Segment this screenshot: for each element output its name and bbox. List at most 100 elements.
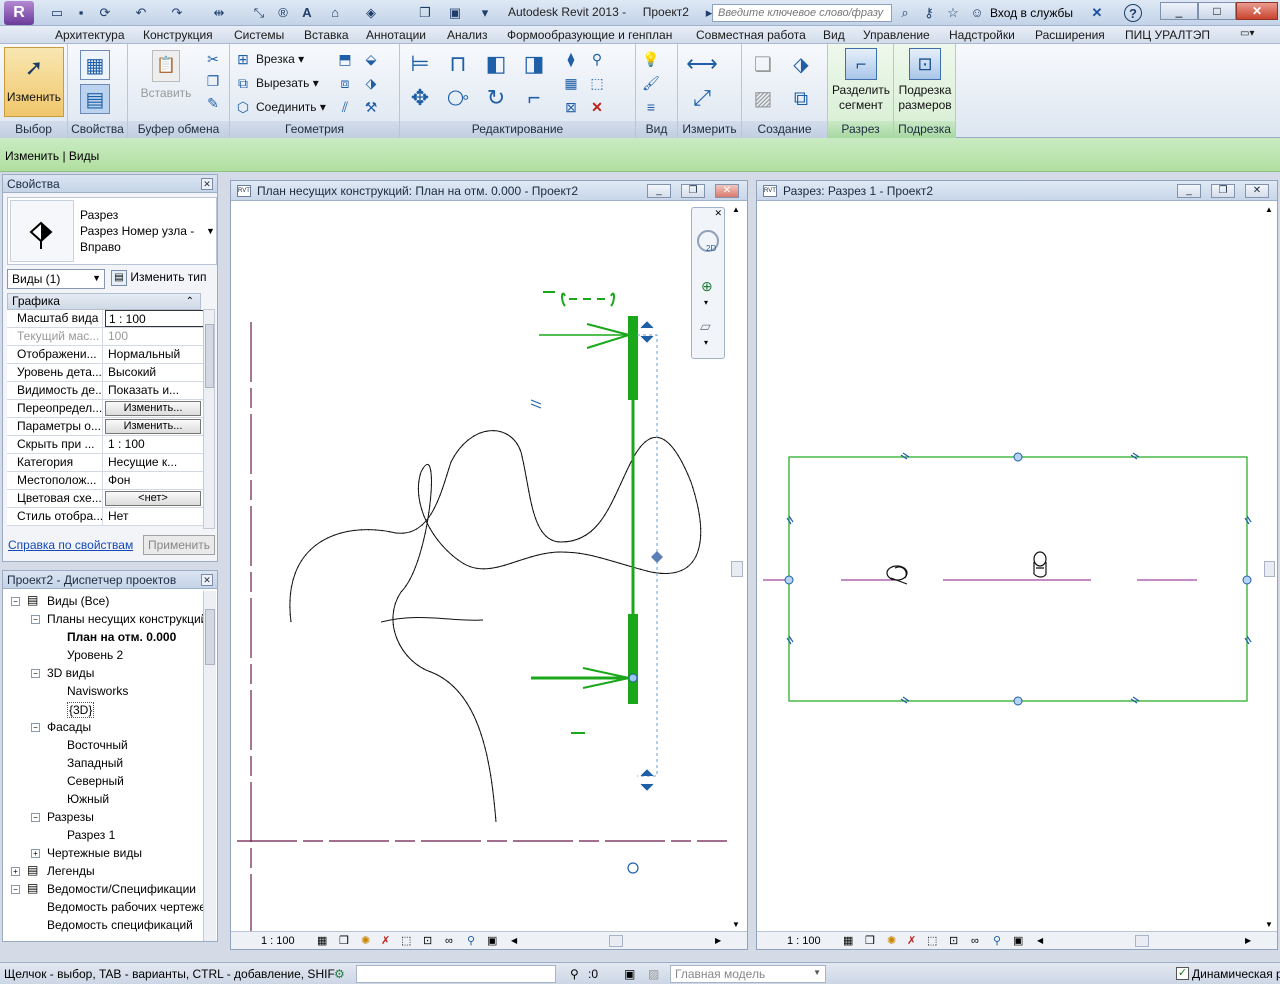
property-row[interactable]: Местополож... Фон [7, 472, 207, 490]
chevron-down-icon[interactable]: ▾ [704, 298, 708, 307]
property-row[interactable]: Переопредел... Изменить... [7, 400, 207, 418]
property-value[interactable]: Высокий [105, 364, 205, 381]
match-type-icon[interactable]: ✎ [204, 94, 222, 112]
property-row[interactable]: Уровень дета... Высокий [7, 364, 207, 382]
browser-node[interactable]: Южный [67, 792, 109, 806]
chevron-up-icon[interactable]: ▲ [732, 205, 740, 214]
navigation-bar[interactable]: ✕ 2D ⊕ ▾ ▱ ▾ [691, 207, 725, 359]
pan-2d-icon[interactable]: ▱ [700, 318, 711, 335]
search-input[interactable]: Введите ключевое слово/фразу [712, 4, 892, 22]
close-view-button[interactable]: ✕ [715, 184, 739, 198]
type-selector[interactable]: Разрез Разрез Номер узла - Вправо ▼ [7, 197, 217, 265]
property-value[interactable]: 1 : 100 [105, 436, 205, 453]
property-value[interactable]: Нет [105, 508, 205, 525]
split-face-icon[interactable]: ⬒ [336, 50, 354, 68]
property-row[interactable]: Категория Несущие к... [7, 454, 207, 472]
save-icon[interactable]: ▪ [72, 4, 90, 22]
plan-canvas[interactable] [231, 202, 747, 932]
property-row[interactable]: Отображени... Нормальный [7, 346, 207, 364]
browser-node[interactable]: Уровень 2 [67, 648, 123, 662]
dimension-icon[interactable]: ⤡ [250, 4, 268, 22]
filter-icon[interactable]: ⚲ [570, 967, 579, 981]
section-marker[interactable] [530, 291, 663, 874]
collapse-icon[interactable]: − [31, 615, 40, 624]
property-value[interactable]: Нормальный [105, 346, 205, 363]
editing-requests-icon[interactable]: ▨ [648, 967, 659, 981]
tab-insert[interactable]: Вставка [304, 28, 349, 42]
qat-dropdown-icon[interactable]: ▾ [476, 4, 494, 22]
collapse-icon[interactable]: − [31, 813, 40, 822]
view-scale[interactable]: 1 : 100 [261, 932, 295, 950]
sync-icon[interactable]: ⟳ [96, 4, 114, 22]
cut-geometry-button[interactable]: Вырезать ▾ [256, 76, 319, 90]
property-row[interactable]: Масштаб вида 1 : 100 [7, 310, 207, 328]
tab-architecture[interactable]: Архитектура [55, 28, 125, 42]
maximize-app-button[interactable]: □ [1198, 2, 1236, 20]
property-row[interactable]: Цветовая схе... <нет> [7, 490, 207, 508]
browser-node[interactable]: Разрез 1 [67, 828, 115, 842]
shadows-icon[interactable]: ✗ [907, 932, 916, 950]
demolish-icon[interactable]: ⬗ [362, 74, 380, 92]
dynamic-update-checkbox[interactable]: ✓ [1176, 967, 1189, 980]
mirror-axis-icon[interactable]: ◧ [482, 50, 510, 78]
align-icon[interactable]: ⊨ [406, 50, 434, 78]
rotate-icon[interactable]: ↻ [482, 84, 510, 112]
view-scale[interactable]: 1 : 100 [787, 932, 821, 950]
type-properties-icon[interactable]: ▤ [80, 84, 110, 114]
workset-field[interactable] [356, 965, 556, 983]
browser-node[interactable]: Ведомости/Спецификации [47, 882, 196, 896]
scale-icon[interactable]: ⬚ [588, 74, 606, 92]
property-row[interactable]: Текущий мас... 100 [7, 328, 207, 346]
plan-hscroll-thumb[interactable] [609, 935, 623, 947]
browser-node[interactable]: Планы несущих конструкций [47, 612, 203, 626]
browser-node[interactable]: {3D} [67, 702, 95, 718]
plan-vscroll[interactable]: ▲ ▼ [729, 205, 745, 933]
tag-icon[interactable]: ® [274, 4, 292, 22]
minimize-app-button[interactable]: _ [1160, 2, 1198, 20]
property-row[interactable]: Скрыть при ... 1 : 100 [7, 436, 207, 454]
property-value[interactable]: Фон [105, 472, 205, 489]
close-icon[interactable]: ✕ [201, 574, 213, 586]
chevron-down-icon[interactable]: ▼ [732, 920, 740, 929]
chevron-right-icon[interactable]: ▶ [1245, 932, 1251, 950]
ribbon-minimize-icon[interactable]: ▭▾ [1240, 28, 1254, 39]
expand-icon[interactable]: + [31, 849, 40, 858]
tab-structure[interactable]: Конструкция [143, 28, 213, 42]
shadows-icon[interactable]: ✗ [381, 932, 390, 950]
close-icon[interactable]: ✕ [714, 208, 722, 219]
property-row[interactable]: Параметры о... Изменить... [7, 418, 207, 436]
tab-collaborate[interactable]: Совместная работа [696, 28, 806, 42]
chevron-up-icon[interactable]: ▲ [1265, 205, 1273, 214]
detail-level-icon[interactable]: ▦ [317, 932, 327, 950]
browser-node[interactable]: 3D виды [47, 666, 94, 680]
crop-dimensions-button[interactable]: ⊡ Подрезка размеров [894, 48, 956, 113]
paint-icon[interactable]: ⬙ [362, 50, 380, 68]
close-app-button[interactable]: ✕ [1236, 2, 1278, 20]
detail-level-icon[interactable]: ▦ [843, 932, 853, 950]
section-canvas[interactable] [757, 202, 1263, 930]
subscription-icon[interactable]: ⚷ [920, 4, 938, 22]
tab-view[interactable]: Вид [823, 28, 845, 42]
binoculars-icon[interactable]: ⌕ [896, 4, 914, 22]
browser-node[interactable]: Виды (Все) [47, 594, 109, 608]
chevron-right-icon[interactable]: ▶ [715, 932, 721, 950]
split-icon[interactable]: ⧫ [562, 50, 580, 68]
tab-manage[interactable]: Управление [863, 28, 930, 42]
sun-path-icon[interactable]: ✺ [887, 932, 896, 950]
tab-massing-site[interactable]: Формообразующие и генплан [507, 28, 672, 42]
chevron-down-icon[interactable]: ▼ [206, 226, 215, 236]
lightbulb-icon[interactable]: 💡 [642, 50, 660, 68]
browser-node[interactable]: Фасады [47, 720, 91, 734]
hammer-icon[interactable]: ⚒ [362, 98, 380, 116]
tab-pic-uraltep[interactable]: ПИЦ УРАЛТЭП [1125, 28, 1210, 42]
cope-button[interactable]: Врезка ▾ [256, 52, 304, 66]
create-parts-icon[interactable]: ⬗ [786, 50, 816, 80]
browser-node[interactable]: Восточный [67, 738, 128, 752]
property-edit-button[interactable]: Изменить... [105, 419, 201, 434]
move-icon[interactable]: ✥ [406, 84, 434, 112]
text-icon[interactable]: A [298, 4, 316, 22]
array-icon[interactable]: ▦ [562, 74, 580, 92]
reveal-hidden-icon[interactable]: ⚲ [993, 932, 1001, 950]
design-option-select[interactable]: Главная модель ▼ [670, 965, 826, 983]
property-edit-button[interactable]: <нет> [105, 491, 201, 506]
